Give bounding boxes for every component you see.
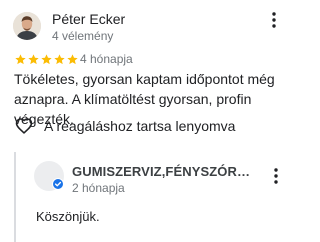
star-rating — [14, 53, 79, 66]
more-vert-icon — [274, 168, 278, 184]
owner-reply-time: 2 hónapja — [72, 181, 125, 195]
reply-more-options-button[interactable] — [270, 166, 282, 186]
star-icon — [67, 54, 78, 65]
owner-name[interactable]: GUMISZERVIZ,FÉNYSZÓRÓ FEL… — [72, 164, 260, 179]
reviewer-review-count: 4 vélemény — [52, 29, 114, 43]
star-icon — [41, 54, 52, 65]
like-button[interactable]: A reagáláshoz tartsa lenyomva — [14, 116, 235, 136]
like-label: A reagáláshoz tartsa lenyomva — [44, 118, 236, 134]
review-time: 4 hónapja — [80, 52, 133, 66]
heart-outline-icon — [15, 118, 33, 134]
verified-badge-icon — [52, 178, 64, 190]
star-icon — [28, 54, 39, 65]
reviewer-name[interactable]: Péter Ecker — [52, 11, 125, 27]
more-vert-icon — [272, 12, 276, 28]
star-icon — [15, 54, 26, 65]
star-icon — [54, 54, 65, 65]
owner-reply-text: Köszönjük. — [36, 209, 100, 224]
reply-divider — [14, 152, 16, 242]
review-more-options-button[interactable] — [268, 10, 280, 30]
reviewer-avatar[interactable] — [13, 12, 41, 40]
